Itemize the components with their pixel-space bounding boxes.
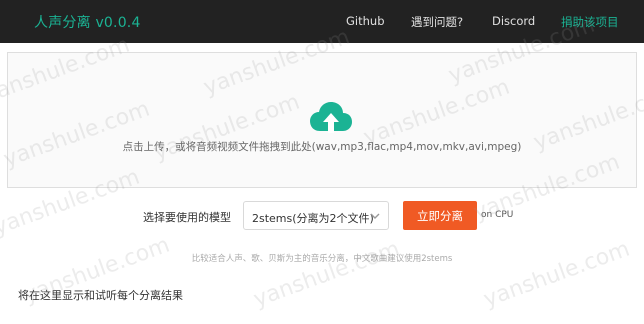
device-label: on CPU xyxy=(481,210,514,220)
results-placeholder: 将在这里显示和试听每个分离结果 xyxy=(18,289,183,302)
model-label: 选择要使用的模型 xyxy=(143,211,231,224)
model-select[interactable]: 2stems(分离为2个文件) xyxy=(243,201,389,230)
model-select-value: 2stems(分离为2个文件) xyxy=(252,212,374,225)
model-hint: 比较适合人声、歌、贝斯为主的音乐分离，中文歌曲建议使用2stems xyxy=(191,254,453,264)
top-navbar: 人声分离 v0.0.4 Github 遇到问题? Discord 捐助该项目 xyxy=(0,0,644,43)
separate-button[interactable]: 立即分离 xyxy=(403,201,477,230)
nav-donate-link[interactable]: 捐助该项目 xyxy=(561,14,619,30)
nav-help-link[interactable]: 遇到问题? xyxy=(411,14,463,30)
chevron-down-icon xyxy=(370,213,380,219)
nav-github-link[interactable]: Github xyxy=(346,14,385,28)
watermark: yanshule.com xyxy=(250,236,404,313)
watermark: yanshule.com xyxy=(480,236,634,313)
file-dropzone[interactable]: 点击上传，或将音频视频文件拖拽到此处(wav,mp3,flac,mp4,mov,… xyxy=(7,52,637,188)
cloud-upload-icon xyxy=(310,102,352,133)
nav-discord-link[interactable]: Discord xyxy=(492,14,535,28)
upload-prompt: 点击上传，或将音频视频文件拖拽到此处(wav,mp3,flac,mp4,mov,… xyxy=(122,141,522,153)
app-title[interactable]: 人声分离 v0.0.4 xyxy=(34,12,141,32)
